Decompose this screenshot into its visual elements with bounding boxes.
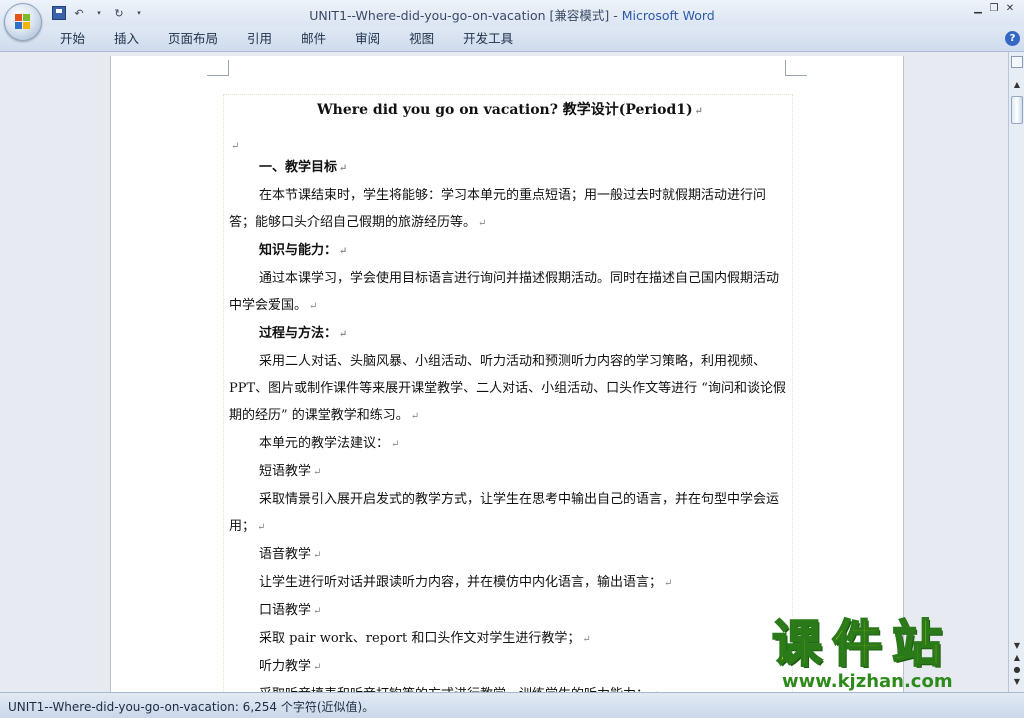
paragraph-mark: ↵ bbox=[313, 550, 322, 561]
tab-6[interactable]: 视图 bbox=[409, 30, 434, 48]
paragraph: 过程与方法： ↵ bbox=[229, 320, 791, 348]
paragraph-mark: ↵ bbox=[478, 218, 487, 229]
document-workarea: Where did you go on vacation? 教学设计(Perio… bbox=[0, 52, 1008, 692]
restore-icon[interactable]: ❐ bbox=[986, 2, 1002, 16]
paragraph-text: 短语教学 bbox=[259, 464, 312, 479]
help-icon[interactable]: ? bbox=[1005, 31, 1020, 46]
browse-buttons: ▼ ▲ ● ▼ bbox=[1011, 640, 1023, 688]
paragraph-mark: ↵ bbox=[694, 106, 704, 117]
paragraph-text: 过程与方法： bbox=[259, 326, 338, 341]
paragraph: 本单元的教学法建议： ↵ bbox=[229, 430, 791, 458]
paragraph: 让学生进行听对话并跟读听力内容，并在模仿中内化语言，输出语言； ↵ bbox=[229, 569, 791, 597]
paragraph-mark: ↵ bbox=[313, 662, 322, 673]
watermark-text: 课件站 bbox=[771, 615, 952, 673]
paragraph-mark: ↵ bbox=[339, 163, 348, 174]
paragraph: 语音教学 ↵ bbox=[229, 541, 791, 569]
paragraph: 通过本课学习，学会使用目标语言进行询问并描述假期活动。同时在描述自己国内假期活动… bbox=[229, 265, 791, 320]
paragraph: 一、教学目标 ↵ bbox=[229, 154, 791, 182]
scroll-up-icon[interactable]: ▲ bbox=[1011, 80, 1023, 94]
crop-mark-top-right bbox=[785, 60, 807, 76]
paragraph-text: 听力教学 bbox=[259, 659, 312, 674]
paragraph-text: 让学生进行听对话并跟读听力内容，并在模仿中内化语言，输出语言； bbox=[259, 575, 663, 590]
tab-4[interactable]: 邮件 bbox=[301, 30, 326, 48]
paragraph: 在本节课结束时，学生将能够：学习本单元的重点短语；用一般过去时就假期活动进行问答… bbox=[229, 182, 791, 237]
document-title-text: Where did you go on vacation? 教学设计(Perio… bbox=[316, 102, 693, 118]
paragraph-text: 口语教学 bbox=[259, 603, 312, 618]
tab-1[interactable]: 插入 bbox=[114, 30, 139, 48]
paragraph: 知识与能力： ↵ bbox=[229, 237, 791, 265]
paragraph-mark: ↵ bbox=[664, 578, 673, 589]
tab-5[interactable]: 审阅 bbox=[355, 30, 380, 48]
window-controls: ▁ ❐ ✕ bbox=[970, 2, 1018, 16]
next-page-icon[interactable]: ▼ bbox=[1011, 676, 1023, 688]
paragraph: 听力教学 ↵ bbox=[229, 653, 791, 681]
ruler-toggle-icon[interactable] bbox=[1011, 56, 1023, 68]
paragraph-mark: ↵ bbox=[410, 411, 420, 422]
paragraph: 短语教学 ↵ bbox=[229, 458, 791, 486]
title-bar: ↶ ▾ ↻ ▾ UNIT1--Where-did-you-go-on-vacat… bbox=[0, 0, 1024, 26]
tab-0[interactable]: 开始 bbox=[60, 30, 85, 48]
empty-paragraph: ↵ bbox=[229, 138, 791, 154]
paragraph-mark: ↵ bbox=[231, 141, 240, 152]
paragraph-text: 采取 pair work、report 和口头作文对学生进行教学； bbox=[259, 631, 581, 646]
paragraph-mark: ↵ bbox=[582, 634, 591, 645]
title-separator: - bbox=[609, 8, 622, 23]
ribbon-tabs: 开始 插入 页面布局 引用 邮件 审阅 视图 开发工具 bbox=[60, 30, 542, 48]
paragraph-text: 本单元的教学法建议： bbox=[259, 436, 390, 451]
window-title: UNIT1--Where-did-you-go-on-vacation [兼容模… bbox=[0, 5, 1024, 24]
paragraph: 采用二人对话、头脑风暴、小组活动、听力活动和预测听力内容的学习策略，利用视频、P… bbox=[229, 348, 791, 430]
paragraph-mark: ↵ bbox=[339, 246, 348, 257]
previous-page-icon[interactable]: ▲ bbox=[1011, 652, 1023, 664]
vertical-scrollbar[interactable]: ▲ ▼ ▲ ● ▼ bbox=[1008, 52, 1024, 692]
paragraph-mark: ↵ bbox=[391, 439, 400, 450]
paragraph-mark: ↵ bbox=[257, 522, 266, 533]
paragraph-text: 知识与能力： bbox=[259, 243, 338, 258]
paragraph: 采取听音填表和听音打钩等的方式进行教学，训练学生的听力能力；↵ bbox=[229, 681, 791, 692]
paragraph: 口语教学 ↵ bbox=[229, 597, 791, 625]
ribbon: 开始 插入 页面布局 引用 邮件 审阅 视图 开发工具 ? bbox=[0, 26, 1024, 52]
close-icon[interactable]: ✕ bbox=[1002, 2, 1018, 16]
scroll-down-icon[interactable]: ▼ bbox=[1011, 640, 1023, 652]
minimize-icon[interactable]: ▁ bbox=[970, 2, 986, 16]
paragraph-text: 一、教学目标 bbox=[259, 160, 338, 175]
paragraph: 采取情景引入展开启发式的教学方式，让学生在思考中输出自己的语言，并在句型中学会运… bbox=[229, 486, 791, 541]
document-body[interactable]: Where did you go on vacation? 教学设计(Perio… bbox=[229, 96, 791, 692]
tab-7[interactable]: 开发工具 bbox=[463, 30, 513, 48]
select-browse-object-icon[interactable]: ● bbox=[1011, 664, 1023, 676]
paragraph-text: 采取情景引入展开启发式的教学方式，让学生在思考中输出自己的语言，并在句型中学会运… bbox=[229, 492, 780, 534]
tab-3[interactable]: 引用 bbox=[247, 30, 272, 48]
watermark-url: www.kjzhan.com bbox=[782, 671, 953, 692]
app-name: Microsoft Word bbox=[621, 8, 715, 23]
office-button-icon bbox=[15, 14, 31, 30]
word-count-status[interactable]: UNIT1--Where-did-you-go-on-vacation: 6,2… bbox=[8, 698, 374, 715]
tab-2[interactable]: 页面布局 bbox=[168, 30, 218, 48]
office-button[interactable] bbox=[4, 3, 42, 41]
paragraph-text: 采用二人对话、头脑风暴、小组活动、听力活动和预测听力内容的学习策略，利用视频、P… bbox=[229, 354, 786, 423]
watermark-logo: 课件站 www.kjzhan.com bbox=[771, 615, 1012, 698]
paragraph-mark: ↵ bbox=[313, 467, 322, 478]
paragraph-mark: ↵ bbox=[313, 606, 322, 617]
scroll-thumb[interactable] bbox=[1011, 96, 1023, 124]
document-title: Where did you go on vacation? 教学设计(Perio… bbox=[229, 96, 791, 124]
paragraph-mark: ↵ bbox=[309, 301, 318, 312]
paragraph-mark: ↵ bbox=[339, 329, 348, 340]
document-page[interactable]: Where did you go on vacation? 教学设计(Perio… bbox=[110, 56, 904, 692]
document-name: UNIT1--Where-did-you-go-on-vacation [兼容模… bbox=[309, 8, 610, 23]
paragraph-list: 一、教学目标 ↵ 在本节课结束时，学生将能够：学习本单元的重点短语；用一般过去时就假… bbox=[229, 154, 791, 692]
paragraph-text: 语音教学 bbox=[259, 547, 312, 562]
paragraph-text: 在本节课结束时，学生将能够：学习本单元的重点短语；用一般过去时就假期活动进行问答… bbox=[229, 188, 767, 230]
paragraph: 采取 pair work、report 和口头作文对学生进行教学； ↵ bbox=[229, 625, 791, 653]
crop-mark-top-left bbox=[207, 60, 229, 76]
